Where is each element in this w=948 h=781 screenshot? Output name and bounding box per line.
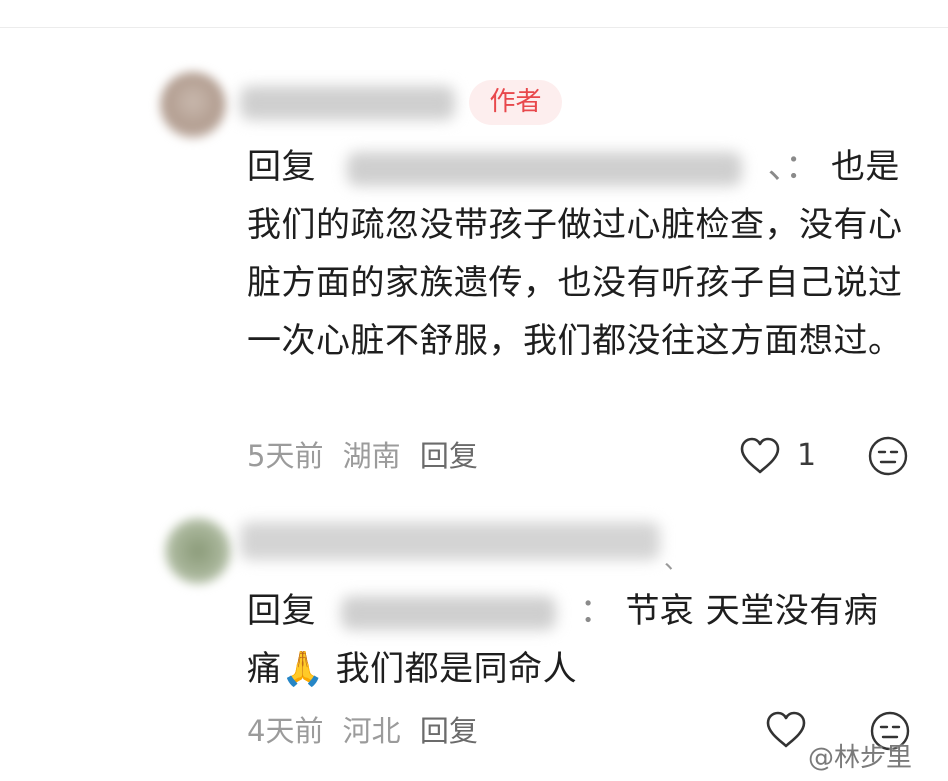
comment-text[interactable]: 回复 ： 节哀 天堂没有病痛🙏 我们都是同命人	[247, 582, 907, 698]
comment-location: 河北	[342, 714, 401, 748]
reply-prefix: 回复	[247, 147, 316, 187]
like-count: 1	[797, 438, 817, 473]
top-divider	[0, 27, 948, 28]
comment-meta: 4天前 河北 回复	[247, 713, 488, 749]
avatar[interactable]	[165, 518, 231, 584]
mention-suffix: ：	[579, 591, 615, 631]
username-blurred[interactable]	[240, 522, 660, 560]
reply-prefix: 回复	[247, 591, 316, 631]
heart-outline-icon[interactable]	[764, 710, 808, 750]
comment-time: 5天前	[247, 439, 324, 473]
reply-link[interactable]: 回复	[420, 439, 478, 473]
heart-outline-icon[interactable]	[738, 436, 782, 476]
author-badge: 作者	[469, 80, 562, 125]
comment-meta: 5天前 湖南 回复	[247, 438, 488, 474]
comment-location: 湖南	[342, 439, 401, 473]
avatar[interactable]	[160, 72, 226, 138]
mentioned-user-blurred[interactable]	[347, 151, 743, 186]
comment-text[interactable]: 回复 、： 也是我们的疏忽没带孩子做过心脏检查，没有心脏方面的家族遗传，也没有听…	[247, 138, 907, 370]
mentioned-user-blurred[interactable]	[341, 595, 557, 630]
comment-time: 4天前	[247, 714, 324, 748]
username-blurred[interactable]	[240, 86, 455, 120]
reply-link[interactable]: 回复	[420, 714, 478, 748]
name-suffix: 、	[664, 546, 688, 574]
mention-suffix: 、：	[767, 147, 820, 187]
neutral-face-icon[interactable]	[867, 435, 909, 477]
weibo-watermark: @林步里	[808, 743, 913, 773]
